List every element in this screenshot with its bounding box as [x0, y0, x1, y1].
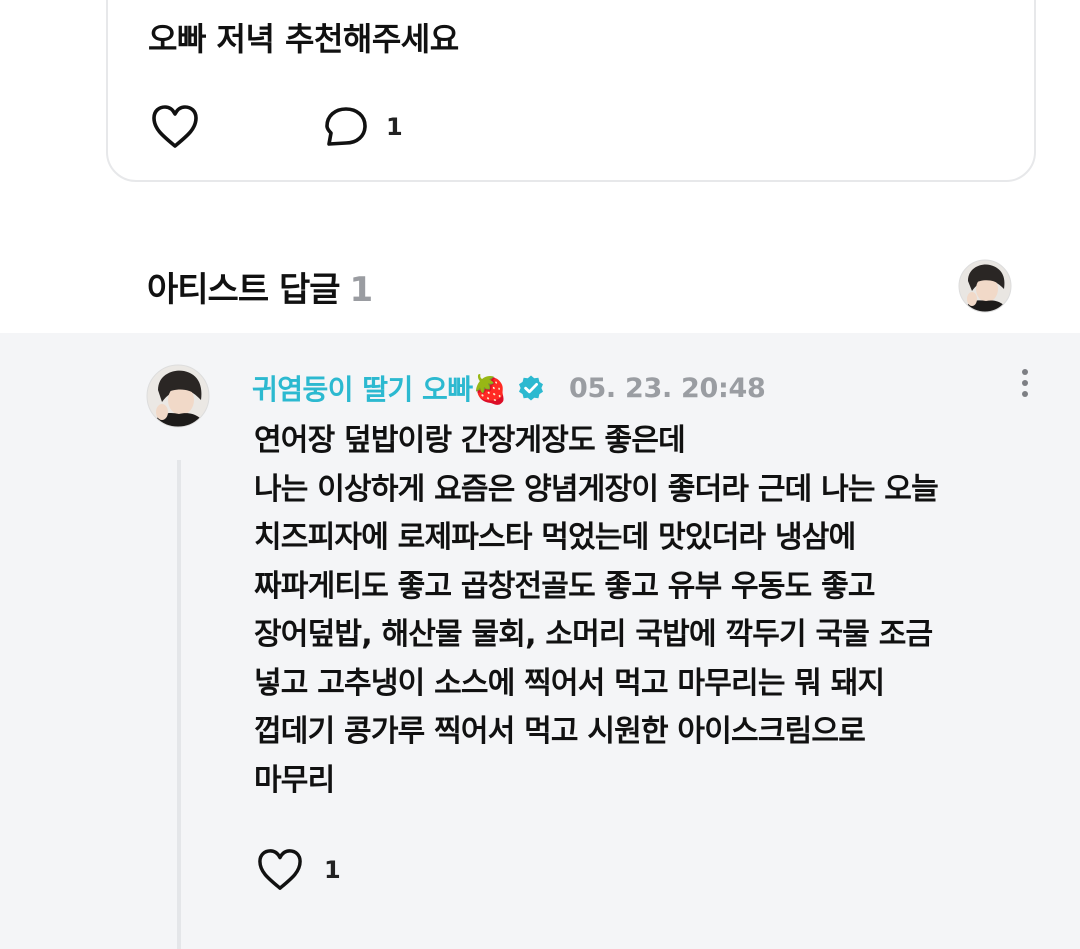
speech-bubble-icon — [325, 107, 367, 146]
reply-meta: 귀염둥이 딸기 오빠🍓 05. 23. 20:48 — [252, 368, 766, 408]
reply-line: 장어덮밥, 해산물 물회, 소머리 국밥에 깍두기 국물 조금 — [254, 617, 933, 652]
reply-line: 껍데기 콩가루 찍어서 먹고 시원한 아이스크림으로 — [254, 714, 866, 749]
post-comment-button[interactable]: 1 — [324, 106, 403, 148]
artist-reply-header: 아티스트 답글 1 — [147, 262, 374, 311]
heart-outline-icon — [152, 105, 198, 148]
reply-body: 연어장 덮밥이랑 간장게장도 좋은데 나는 이상하게 요즘은 양념게장이 좋더라… — [254, 417, 1054, 805]
post-like-button[interactable] — [150, 104, 200, 150]
reply-line: 마무리 — [254, 762, 335, 798]
reply-like-count: 1 — [324, 856, 341, 884]
reply-line: 짜파게티도 좋고 곱창전골도 좋고 유부 우동도 좋고 — [254, 568, 875, 604]
reply-like-button[interactable]: 1 — [256, 848, 341, 892]
artist-reply-area: 귀염둥이 딸기 오빠🍓 05. 23. 20:48 연어장 덮밥이랑 간장게장도… — [0, 333, 1080, 949]
thread-line — [177, 460, 181, 949]
post-text: 오빠 저녁 추천해주세요 — [148, 20, 459, 58]
artist-photo-icon — [146, 364, 210, 428]
reply-timestamp: 05. 23. 20:48 — [568, 372, 766, 404]
verified-check-icon — [518, 375, 543, 401]
reply-line: 넣고 고추냉이 소스에 찍어서 먹고 마무리는 뭐 돼지 — [254, 665, 885, 701]
heart-outline-icon — [258, 849, 302, 890]
artist-avatar[interactable] — [146, 364, 210, 428]
more-dot — [1022, 369, 1028, 375]
comment-count: 1 — [386, 113, 403, 141]
more-vertical-icon[interactable] — [1014, 369, 1036, 405]
section-title: 아티스트 답글 — [147, 270, 341, 310]
section-count: 1 — [349, 270, 374, 310]
reply-line: 연어장 덮밥이랑 간장게장도 좋은데 — [254, 423, 686, 458]
artist-avatar-small[interactable] — [958, 259, 1012, 313]
artist-name[interactable]: 귀염둥이 딸기 오빠🍓 — [252, 368, 507, 408]
fan-post-card: ꕤ 오빠 저녁 추천해주세요 1 — [106, 0, 1036, 182]
reply-line: 치즈피자에 로제파스타 먹었는데 맛있더라 냉삼에 — [254, 520, 856, 555]
more-dot — [1022, 380, 1028, 386]
more-dot — [1022, 391, 1028, 397]
artist-photo-icon — [958, 259, 1012, 313]
reply-line: 나는 이상하게 요즘은 양념게장이 좋더라 근데 나는 오늘 — [254, 471, 939, 507]
